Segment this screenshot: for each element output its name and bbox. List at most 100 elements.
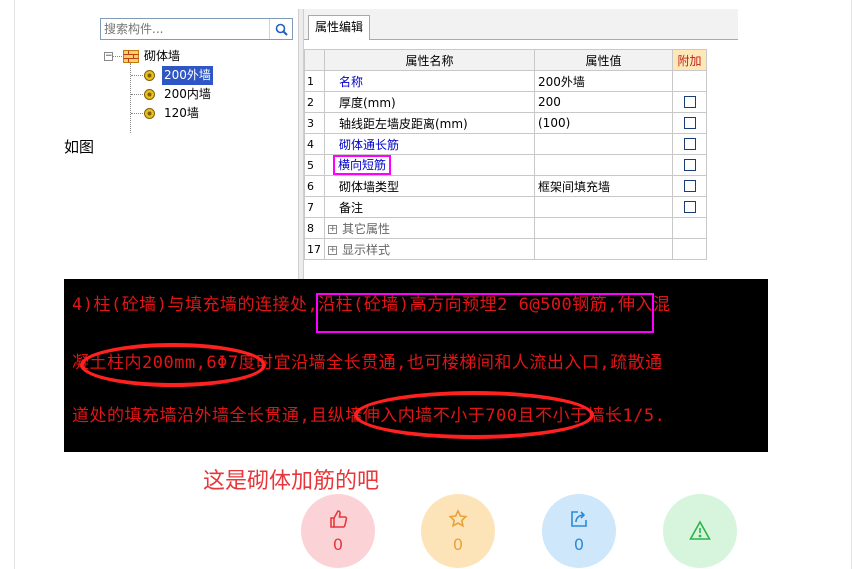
property-name: 备注 xyxy=(324,196,535,218)
property-value[interactable] xyxy=(534,196,673,218)
share-button[interactable]: 0 xyxy=(542,494,616,568)
add-cell xyxy=(672,91,707,113)
add-checkbox[interactable] xyxy=(683,138,696,150)
add-cell xyxy=(672,112,707,134)
property-value[interactable] xyxy=(534,133,673,155)
row-number: 2 xyxy=(304,91,325,113)
add-checkbox[interactable] xyxy=(683,117,696,129)
property-value[interactable] xyxy=(534,154,673,176)
search-box[interactable] xyxy=(100,18,293,40)
search-icon xyxy=(275,23,288,36)
tree-item-label: 200外墙 xyxy=(162,66,213,85)
tree-item-200-exterior-wall[interactable]: 200外墙 xyxy=(104,66,294,85)
action-bar: 0 0 0 xyxy=(0,494,866,569)
content-right-border xyxy=(851,0,852,569)
table-row-group[interactable]: 8 + 其它属性 xyxy=(304,217,707,239)
header-property-name: 属性名称 xyxy=(324,49,535,71)
header-add: 附加 xyxy=(672,49,707,71)
add-cell xyxy=(672,217,707,239)
table-row[interactable]: 7 备注 xyxy=(304,196,707,218)
table-row-group[interactable]: 17 + 显示样式 xyxy=(304,238,707,260)
warning-icon xyxy=(689,520,711,540)
header-property-value: 属性值 xyxy=(534,49,673,71)
post-caption: 如图 xyxy=(64,138,95,156)
table-header-row: 属性名称 属性值 附加 xyxy=(304,49,707,71)
highlight-oval xyxy=(354,391,594,439)
highlight-oval xyxy=(80,343,266,387)
tree-item-200-interior-wall[interactable]: 200内墙 xyxy=(104,85,294,104)
search-input[interactable] xyxy=(101,19,277,39)
table-row[interactable]: 5 横向短筋 xyxy=(304,154,707,176)
highlight-box xyxy=(316,293,654,333)
share-count: 0 xyxy=(573,534,585,554)
expand-icon[interactable]: + xyxy=(328,245,337,255)
add-cell xyxy=(672,70,707,92)
row-number: 8 xyxy=(304,217,325,239)
report-button[interactable] xyxy=(663,494,737,568)
add-cell xyxy=(672,154,707,176)
property-name: 砌体通长筋 xyxy=(324,133,535,155)
header-num xyxy=(304,49,325,71)
add-cell xyxy=(672,175,707,197)
tree-item-label: 200内墙 xyxy=(164,87,211,101)
table-row[interactable]: 1 名称 200外墙 xyxy=(304,70,707,92)
thumbs-up-icon xyxy=(330,509,348,528)
like-count: 0 xyxy=(332,534,344,554)
property-name: 砌体墙类型 xyxy=(324,175,535,197)
add-checkbox[interactable] xyxy=(683,96,696,108)
favorite-count: 0 xyxy=(452,534,464,554)
component-tree-panel: − 砌体墙 xyxy=(96,9,298,279)
software-screenshot: − 砌体墙 xyxy=(96,9,738,279)
tab-bar: 属性编辑 xyxy=(304,9,738,40)
favorite-button[interactable]: 0 xyxy=(421,494,495,568)
cad-drawing-excerpt: 4)柱(砼墙)与填充墙的连接处,沿柱(砼墙)高方向预埋2 6@500钢筋,伸入混… xyxy=(64,279,768,452)
table-row[interactable]: 2 厚度(mm) 200 xyxy=(304,91,707,113)
add-checkbox[interactable] xyxy=(683,180,696,192)
like-button[interactable]: 0 xyxy=(301,494,375,568)
post-note: 这是砌体加筋的吧 xyxy=(203,469,380,494)
property-group: + 显示样式 xyxy=(324,238,535,260)
star-icon xyxy=(448,508,468,527)
property-name: 轴线距左墙皮距离(mm) xyxy=(324,112,535,134)
property-value[interactable]: (100) xyxy=(534,112,673,134)
property-group: + 其它属性 xyxy=(324,217,535,239)
add-checkbox[interactable] xyxy=(683,159,696,171)
property-group-label: 其它属性 xyxy=(342,221,391,236)
row-number: 6 xyxy=(304,175,325,197)
collapse-icon[interactable]: − xyxy=(104,52,113,61)
content-left-border xyxy=(14,0,15,569)
tree-root[interactable]: − 砌体墙 xyxy=(104,47,294,66)
expand-icon[interactable]: + xyxy=(328,224,337,234)
add-cell xyxy=(672,238,707,260)
property-value[interactable]: 框架间填充墙 xyxy=(534,175,673,197)
row-number: 4 xyxy=(304,133,325,155)
table-row[interactable]: 4 砌体通长筋 xyxy=(304,133,707,155)
property-value xyxy=(534,217,673,239)
row-number: 7 xyxy=(304,196,325,218)
tab-property-edit[interactable]: 属性编辑 xyxy=(308,15,371,40)
property-table: 属性名称 属性值 附加 1 名称 200外墙 2 厚度(mm) 200 3 轴线… xyxy=(304,49,707,260)
property-name: 名称 xyxy=(324,70,535,92)
highlight-box: 横向短筋 xyxy=(333,155,392,175)
gear-icon xyxy=(143,107,156,126)
tree-item-120-wall[interactable]: 120墙 xyxy=(104,104,294,123)
row-number: 3 xyxy=(304,112,325,134)
property-name: 横向短筋 xyxy=(324,154,535,176)
component-tree: − 砌体墙 200外墙 200内墙 120墙 xyxy=(104,47,294,133)
table-row[interactable]: 6 砌体墙类型 框架间填充墙 xyxy=(304,175,707,197)
tree-root-label: 砌体墙 xyxy=(144,49,181,63)
tree-item-label: 120墙 xyxy=(164,106,199,120)
property-group-label: 显示样式 xyxy=(342,242,391,257)
property-value xyxy=(534,238,673,260)
property-name: 厚度(mm) xyxy=(324,91,535,113)
row-number: 1 xyxy=(304,70,325,92)
share-icon xyxy=(571,510,587,527)
add-checkbox[interactable] xyxy=(683,201,696,213)
property-value[interactable]: 200外墙 xyxy=(534,70,673,92)
property-value[interactable]: 200 xyxy=(534,91,673,113)
table-row[interactable]: 3 轴线距左墙皮距离(mm) (100) xyxy=(304,112,707,134)
row-number: 5 xyxy=(304,154,325,176)
search-button[interactable] xyxy=(269,19,292,39)
add-cell xyxy=(672,133,707,155)
row-number: 17 xyxy=(304,238,325,260)
